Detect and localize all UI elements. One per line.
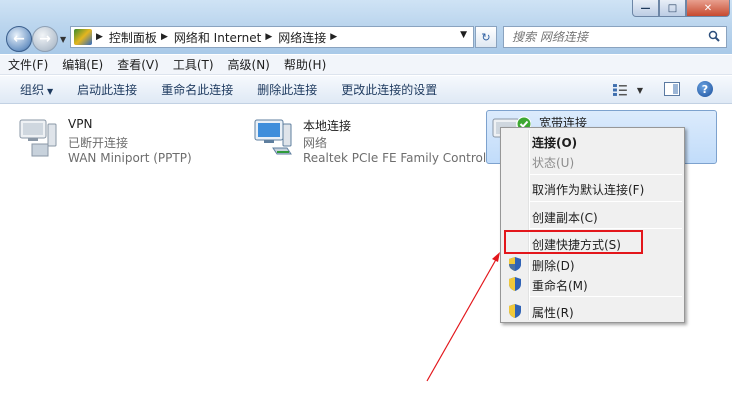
delete-connection-button[interactable]: 删除此连接 [245,81,329,98]
address-dropdown-icon[interactable]: ▼ [460,30,467,40]
refresh-button[interactable]: ↻ [475,26,497,48]
start-connection-button[interactable]: 启动此连接 [65,81,149,98]
connections-list: VPN 已断开连接 WAN Miniport (PPTP) 本地连接 网络 Re… [0,105,732,420]
forward-button[interactable]: → [32,26,58,52]
connection-status: 已断开连接 [68,136,129,150]
arrow-right-icon: → [39,31,51,47]
help-button[interactable]: ? [697,81,713,97]
ctx-status: 状态(U) [532,156,575,170]
chevron-right-icon[interactable]: ▶ [161,32,168,42]
menu-tools[interactable]: 工具(T) [166,56,221,73]
organize-button[interactable]: 组织 ▼ [0,81,65,98]
breadcrumb-network-connections[interactable]: 网络连接 [278,29,326,46]
ctx-properties[interactable]: 属性(R) [532,304,574,321]
connection-device: Realtek PCIe FE Family Control... [303,151,498,165]
menu-edit[interactable]: 编辑(E) [55,56,110,73]
change-settings-button[interactable]: 更改此连接的设置 [329,81,449,98]
organize-label: 组织 [20,83,45,97]
uac-shield-icon [509,277,521,291]
preview-pane-button[interactable] [664,82,680,96]
breadcrumb-control-panel[interactable]: 控制面板 [109,29,157,46]
chevron-right-icon[interactable]: ▶ [265,32,272,42]
menu-bar: 文件(F) 编辑(E) 查看(V) 工具(T) 高级(N) 帮助(H) [0,55,732,75]
menu-divider [530,228,682,229]
vpn-connection-icon [19,119,57,157]
minimize-button[interactable]: — [632,0,659,17]
annotation-highlight-box [504,230,643,254]
context-menu: 连接(O) 状态(U) 取消作为默认连接(F) 创建副本(C) 创建快捷方式(S… [500,127,685,323]
search-box[interactable] [503,26,727,48]
local-connection-icon [254,119,292,155]
uac-shield-icon [509,304,521,318]
menu-file[interactable]: 文件(F) [0,56,55,73]
menu-divider [530,201,682,202]
ctx-create-copy[interactable]: 创建副本(C) [532,209,598,226]
chevron-down-icon[interactable]: ▼ [637,86,643,95]
refresh-icon: ↻ [481,30,491,44]
back-button[interactable]: ← [6,26,32,52]
recent-pages-dropdown[interactable]: ▼ [60,35,66,44]
menu-help[interactable]: 帮助(H) [277,56,333,73]
control-panel-icon [74,29,92,45]
menu-view[interactable]: 查看(V) [110,56,166,73]
ctx-rename[interactable]: 重命名(M) [532,277,588,294]
menu-divider [530,174,682,175]
ctx-cancel-default[interactable]: 取消作为默认连接(F) [532,181,644,198]
connection-device: WAN Miniport (PPTP) [68,151,192,165]
view-details-icon [613,84,627,96]
close-button[interactable]: ✕ [686,0,730,17]
ctx-delete[interactable]: 删除(D) [532,257,575,274]
search-icon[interactable] [708,30,720,42]
breadcrumb-network-internet[interactable]: 网络和 Internet [174,29,261,46]
connection-name: 本地连接 [303,119,352,133]
chevron-right-icon[interactable]: ▶ [330,32,337,42]
menu-divider [530,296,682,297]
chevron-right-icon[interactable]: ▶ [96,32,103,42]
maximize-button[interactable]: □ [659,0,686,17]
connection-item-vpn[interactable]: VPN 已断开连接 WAN Miniport (PPTP) [18,110,218,166]
connection-status: 网络 [303,136,328,150]
window-controls: — □ ✕ [632,0,730,18]
chevron-down-icon: ▼ [47,87,54,96]
address-bar[interactable]: ▶ 控制面板 ▶ 网络和 Internet ▶ 网络连接 ▶ ▼ [70,26,474,48]
uac-shield-icon [509,257,521,271]
menu-advanced[interactable]: 高级(N) [221,56,277,73]
change-view-button[interactable]: ▼ [613,83,643,97]
arrow-left-icon: ← [13,31,25,47]
ctx-connect[interactable]: 连接(O) [532,134,577,151]
connection-item-local[interactable]: 本地连接 网络 Realtek PCIe FE Family Control..… [253,110,498,166]
search-input[interactable] [512,27,702,47]
connection-name: VPN [68,117,93,131]
rename-connection-button[interactable]: 重命名此连接 [149,81,245,98]
